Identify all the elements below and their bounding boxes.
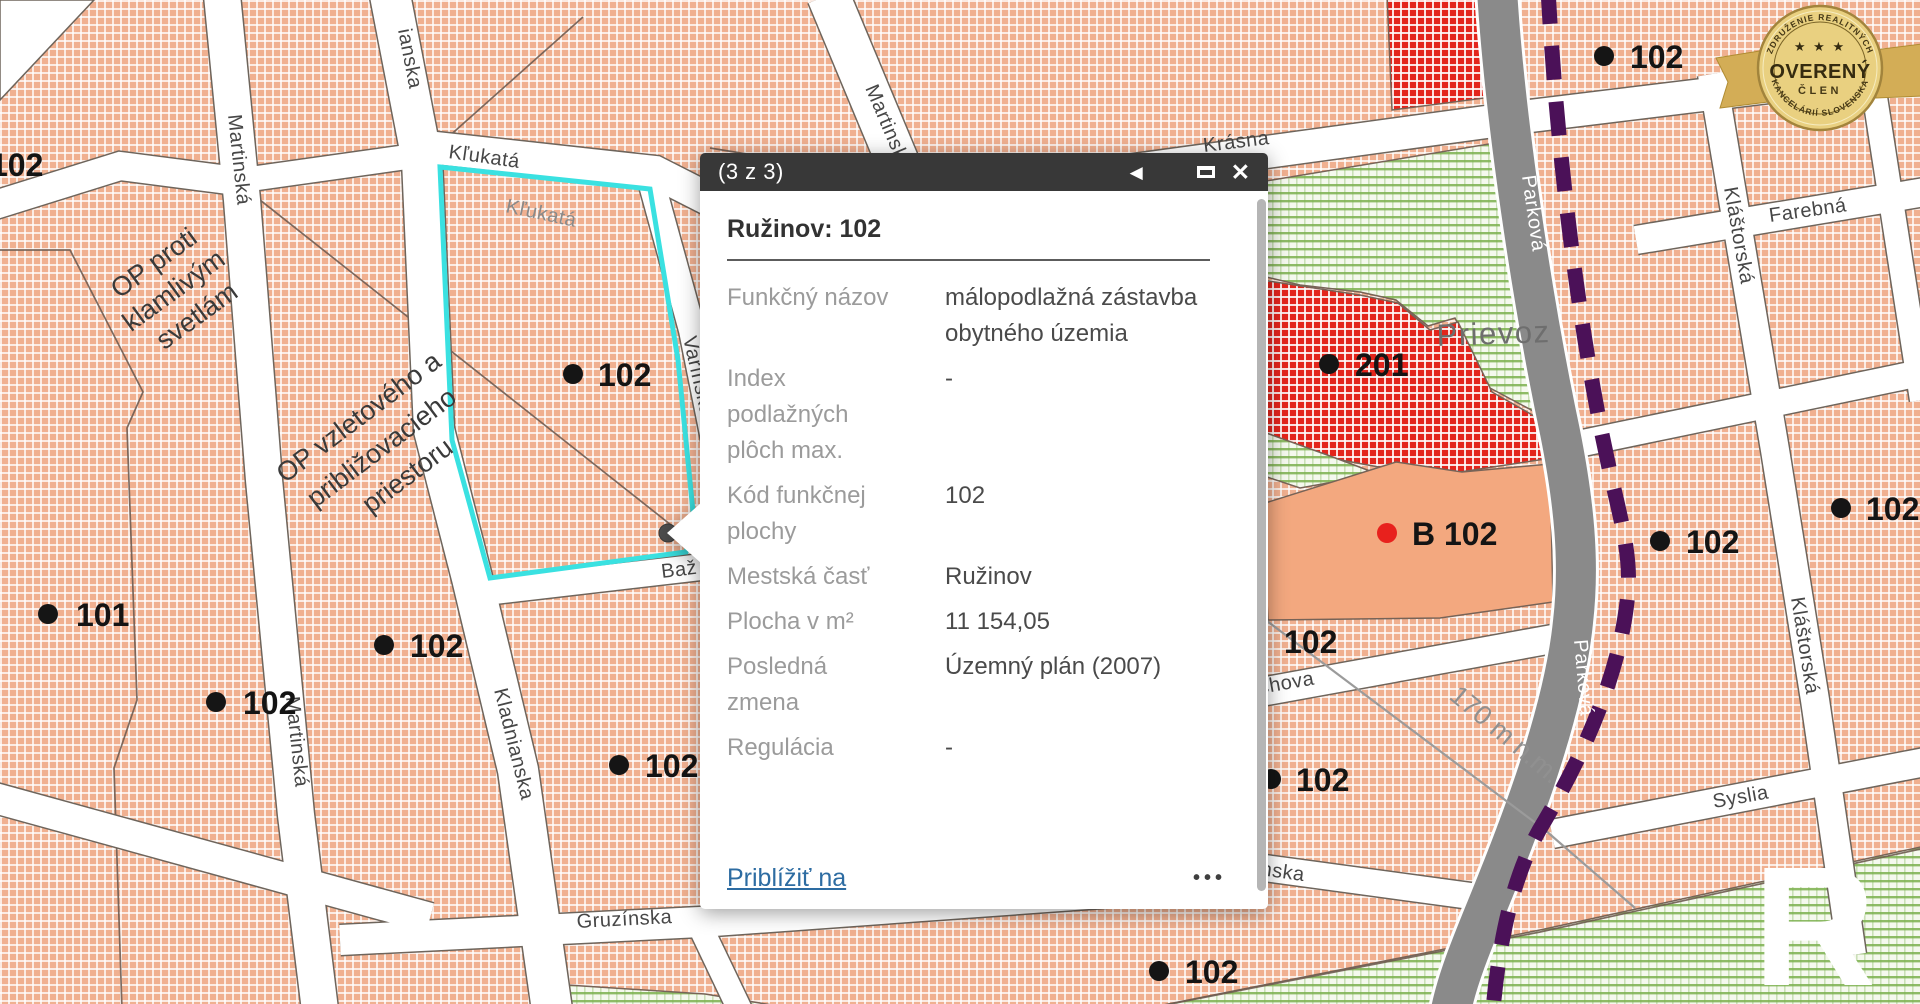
company-logo-r-icon: R [1753, 832, 1876, 1004]
popup-footer: Priblížiť na ••• [727, 864, 1232, 893]
field-row: Funkčný názov málopodlažná zástavba obyt… [727, 280, 1238, 352]
field-label: Funkčný názov [727, 280, 889, 352]
field-label: Posledná zmena [727, 649, 889, 721]
zone-dot-red [1377, 523, 1397, 543]
zone-label: B 102 [1412, 516, 1497, 552]
district-label-prievoz: Prievoz [1436, 314, 1551, 353]
popup-title: Ružinov: 102 [727, 215, 1238, 244]
popup-paging: (3 z 3) [718, 159, 784, 185]
field-label: Index podlažných plôch max. [727, 361, 889, 469]
close-icon[interactable]: ✕ [1231, 161, 1250, 184]
field-row: Regulácia - [727, 730, 1238, 766]
zone-label: 102 [410, 628, 463, 664]
more-options-icon[interactable]: ••• [1187, 866, 1232, 891]
popup-header[interactable]: (3 z 3) ◀ ✕ [700, 153, 1268, 191]
zone-label: 102 [1185, 954, 1238, 990]
maximize-icon[interactable] [1197, 166, 1215, 178]
popup-prev-button[interactable]: ◀ [1130, 164, 1143, 181]
zone-label: 102 [598, 357, 651, 393]
zone-label: 102 [1296, 762, 1349, 798]
field-row: Plocha v m² 11 154,05 [727, 604, 1238, 640]
field-label: Kód funkčnej plochy [727, 478, 889, 550]
field-row: Mestská časť Ružinov [727, 559, 1238, 595]
popup-scrollbar[interactable] [1257, 199, 1266, 891]
field-value: - [945, 730, 1238, 766]
zone-label: 201 [1355, 347, 1408, 383]
badge-stars-icon: ★ ★ ★ [1794, 39, 1846, 54]
field-row: Index podlažných plôch max. - [727, 361, 1238, 469]
field-value: Územný plán (2007) [945, 649, 1238, 721]
popup-divider [727, 259, 1210, 261]
zone-dot [1650, 531, 1670, 551]
field-label: Regulácia [727, 730, 889, 766]
field-value: Ružinov [945, 559, 1238, 595]
app-window: Martinská Martinská Martinská ianska Kľu… [0, 0, 1920, 1004]
feature-popup: (3 z 3) ◀ ✕ Ružinov: 102 Funkčný názov m… [700, 153, 1268, 909]
zoom-to-link[interactable]: Priblížiť na [727, 864, 846, 893]
zone-label: 102 [1630, 39, 1683, 75]
zone-dot [374, 635, 394, 655]
badge-title: OVERENÝ [1769, 59, 1870, 83]
zone-label: 102 [1284, 624, 1337, 660]
field-label: Mestská časť [727, 559, 889, 595]
zone-dot [1594, 46, 1614, 66]
zone-dot [1831, 498, 1851, 518]
zone-label: 102 [1686, 524, 1739, 560]
zone-dot [609, 755, 629, 775]
popup-body: Ružinov: 102 Funkčný názov málopodlažná … [700, 191, 1268, 909]
field-row: Posledná zmena Územný plán (2007) [727, 649, 1238, 721]
zone-dot [38, 604, 58, 624]
zone-label: 102 [645, 748, 698, 784]
zone-label: 102 [243, 685, 296, 721]
field-value: málopodlažná zástavba obytného územia [945, 280, 1238, 352]
field-label: Plocha v m² [727, 604, 889, 640]
popup-pointer [667, 503, 701, 563]
field-value: - [945, 361, 1238, 469]
zone-label: 101 [76, 597, 129, 633]
zone-label: 102 [0, 147, 43, 183]
field-value: 102 [945, 478, 1238, 550]
field-row: Kód funkčnej plochy 102 [727, 478, 1238, 550]
zone-dot [206, 692, 226, 712]
zone-label: 102 [1866, 491, 1919, 527]
zone-dot [1319, 354, 1339, 374]
zone-dot [1149, 961, 1169, 981]
badge-subtitle: ČLEN [1798, 84, 1842, 97]
zone-dot [563, 364, 583, 384]
field-value: 11 154,05 [945, 604, 1238, 640]
